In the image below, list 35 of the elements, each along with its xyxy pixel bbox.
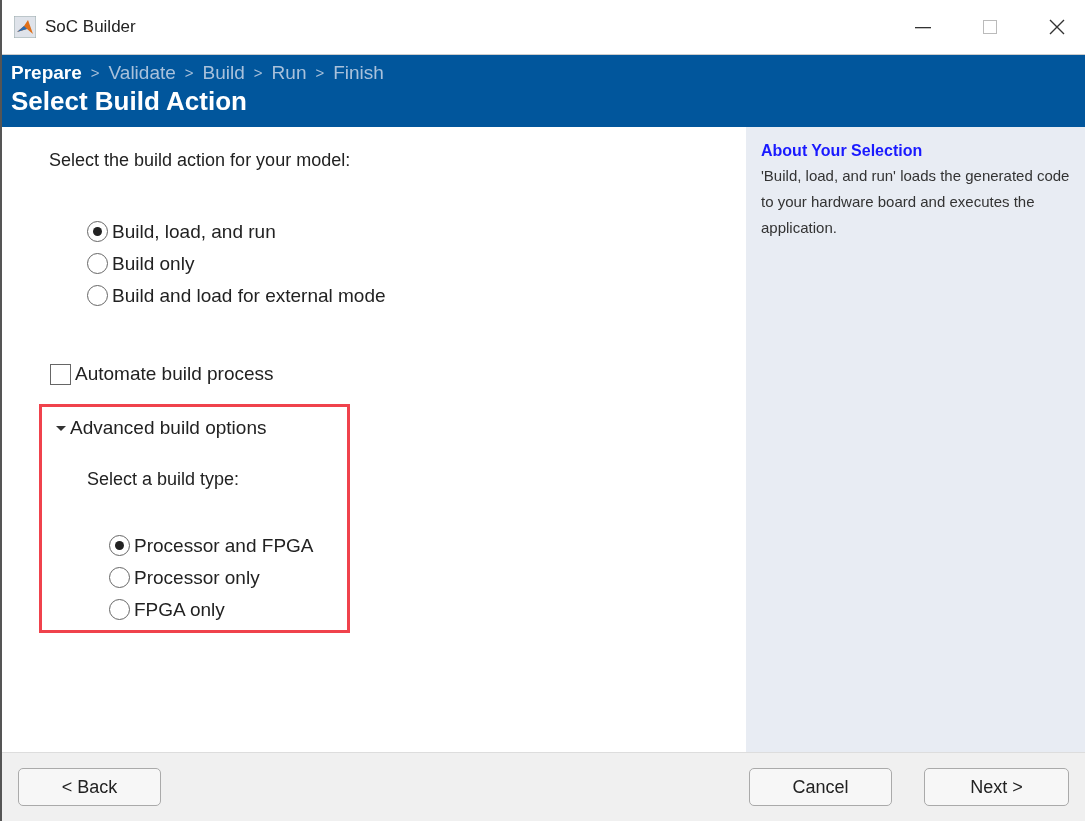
back-button[interactable]: < Back (18, 768, 161, 806)
cancel-button[interactable]: Cancel (749, 768, 892, 806)
checkbox[interactable] (50, 363, 71, 385)
step-separator: > (184, 63, 194, 83)
window-title: SoC Builder (45, 16, 136, 39)
info-text: 'Build, load, and run' loads the generated code to your hardware board and executes the application. (761, 166, 1071, 238)
step-label: Build (202, 61, 245, 85)
step-label: Finish (333, 61, 384, 85)
prompt-text: Select the build action for your model: (49, 149, 351, 172)
step-label: Validate (108, 61, 176, 85)
radio-button[interactable] (109, 535, 130, 556)
step-label: Prepare (11, 61, 82, 85)
step-separator: > (253, 63, 263, 83)
prompt-text: Select a build type: (87, 468, 240, 491)
checkbox-label: Automate build process (75, 362, 274, 386)
app-logo-icon (14, 16, 36, 38)
option-label: Build only (112, 252, 195, 275)
option-label: Processor and FPGA (134, 534, 314, 557)
section-toggle[interactable]: Advanced build options (70, 413, 267, 442)
step-separator: > (90, 63, 100, 83)
option-label: Build and load for external mode (112, 284, 386, 307)
radio-button[interactable] (87, 253, 108, 274)
option-label: Build, load, and run (112, 220, 276, 243)
radio-button[interactable] (87, 221, 108, 242)
step-label: Run (271, 61, 307, 85)
option-label: FPGA only (134, 598, 225, 621)
option-label: Processor only (134, 566, 260, 589)
radio-button[interactable] (109, 567, 130, 588)
radio-button[interactable] (87, 285, 108, 306)
next-button[interactable]: Next > (924, 768, 1069, 806)
radio-button[interactable] (109, 599, 130, 620)
page-title: Select Build Action (11, 85, 247, 117)
step-separator: > (315, 63, 325, 83)
info-title: About Your Selection (761, 141, 923, 161)
close-icon[interactable] (1049, 19, 1065, 35)
